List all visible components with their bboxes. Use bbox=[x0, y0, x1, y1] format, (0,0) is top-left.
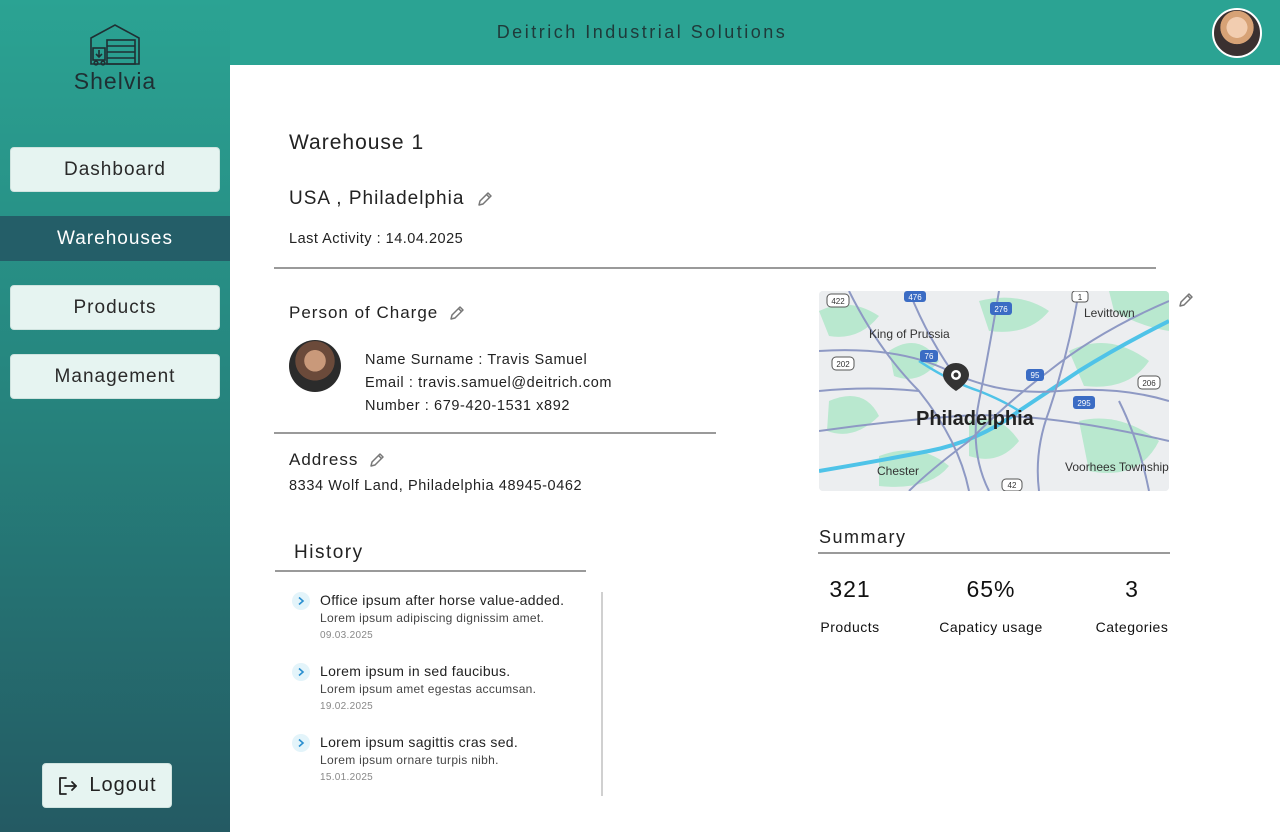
summary-title: Summary bbox=[819, 527, 907, 547]
person-number: Number : 679-420-1531 x892 bbox=[365, 398, 571, 414]
history-item[interactable]: Lorem ipsum in sed faucibus. Lorem ipsum… bbox=[292, 663, 602, 712]
header-divider bbox=[274, 267, 1156, 269]
summary-divider bbox=[818, 552, 1170, 554]
person-section-title: Person of Charge bbox=[289, 303, 439, 322]
map-shield-label: 476 bbox=[908, 293, 922, 302]
page-title: Warehouse 1 bbox=[289, 131, 425, 154]
map-shield-label: 42 bbox=[1008, 481, 1017, 490]
history-title: History bbox=[294, 542, 364, 563]
stat-value: 3 bbox=[1125, 576, 1139, 602]
history-item-title: Office ipsum after horse value-added. bbox=[320, 592, 565, 608]
sidebar-item-warehouses[interactable]: Warehouses bbox=[0, 216, 230, 261]
person-of-charge-label: Person of Charge bbox=[289, 303, 466, 323]
stat-value: 321 bbox=[829, 576, 871, 602]
location-text: USA , Philadelphia bbox=[289, 188, 465, 209]
sidebar-item-management[interactable]: Management bbox=[10, 354, 220, 399]
person-info: Name Surname : Travis Samuel Email : tra… bbox=[365, 349, 612, 418]
history-list: Office ipsum after horse value-added. Lo… bbox=[292, 592, 602, 805]
person-email: Email : travis.samuel@deitrich.com bbox=[365, 375, 613, 391]
stat-capacity-usage: 65% Capaticy usage bbox=[936, 576, 1046, 635]
user-avatar[interactable] bbox=[1212, 8, 1262, 58]
address-text: 8334 Wolf Land, Philadelphia 48945-0462 bbox=[289, 478, 583, 494]
history-item-date: 19.02.2025 bbox=[320, 701, 374, 712]
map-shield-label: 202 bbox=[836, 360, 850, 369]
map-place-label: Voorhees Township bbox=[1065, 460, 1169, 474]
history-item-title: Lorem ipsum sagittis cras sed. bbox=[320, 734, 519, 750]
map-shield-label: 276 bbox=[994, 305, 1008, 314]
map-shield-label: 1 bbox=[1078, 293, 1083, 302]
history-item-subtitle: Lorem ipsum adipiscing dignissim amet. bbox=[320, 611, 545, 625]
brand: Shelvia bbox=[0, 22, 230, 95]
map-city-label: Philadelphia bbox=[916, 408, 1035, 430]
warehouse-location: USA , Philadelphia bbox=[289, 188, 494, 210]
stat-value: 65% bbox=[966, 576, 1016, 602]
map-shield-label: 295 bbox=[1077, 399, 1091, 408]
company-name: Deitrich Industrial Solutions bbox=[496, 22, 788, 42]
history-item[interactable]: Lorem ipsum sagittis cras sed. Lorem ips… bbox=[292, 734, 602, 783]
history-divider bbox=[275, 570, 586, 572]
logout-button[interactable]: Logout bbox=[42, 763, 172, 808]
warehouse-icon bbox=[90, 24, 140, 66]
logout-label: Logout bbox=[89, 774, 157, 796]
history-item-date: 09.03.2025 bbox=[320, 630, 374, 641]
top-header: Deitrich Industrial Solutions bbox=[230, 0, 1280, 65]
person-divider bbox=[274, 432, 716, 434]
map-graphic: 422 476 276 1 202 76 95 206 295 42 King … bbox=[819, 291, 1169, 491]
address-section-title: Address bbox=[289, 450, 359, 469]
map-place-label: Chester bbox=[877, 464, 919, 478]
stat-label: Capaticy usage bbox=[939, 619, 1043, 635]
chevron-right-icon bbox=[292, 734, 310, 752]
main-content: Warehouse 1 USA , Philadelphia Last Acti… bbox=[230, 65, 1280, 832]
sidebar-item-products[interactable]: Products bbox=[10, 285, 220, 330]
edit-person-pencil-icon[interactable] bbox=[448, 304, 466, 322]
history-item-date: 15.01.2025 bbox=[320, 772, 374, 783]
history-item[interactable]: Office ipsum after horse value-added. Lo… bbox=[292, 592, 602, 641]
map-shield-label: 422 bbox=[831, 297, 845, 306]
edit-map-pencil-icon[interactable] bbox=[1177, 291, 1195, 309]
map-place-label: King of Prussia bbox=[869, 327, 950, 341]
last-activity: Last Activity : 14.04.2025 bbox=[289, 231, 464, 247]
edit-address-pencil-icon[interactable] bbox=[368, 451, 386, 469]
person-name: Name Surname : Travis Samuel bbox=[365, 352, 588, 368]
map-place-label: Levittown bbox=[1084, 306, 1135, 320]
history-item-title: Lorem ipsum in sed faucibus. bbox=[320, 663, 511, 679]
sidebar-item-dashboard[interactable]: Dashboard bbox=[10, 147, 220, 192]
stat-categories: 3 Categories bbox=[1092, 576, 1172, 635]
map-shield-label: 95 bbox=[1031, 371, 1040, 380]
chevron-right-icon bbox=[292, 592, 310, 610]
history-item-subtitle: Lorem ipsum ornare turpis nibh. bbox=[320, 753, 499, 767]
stat-label: Products bbox=[820, 619, 880, 635]
history-item-subtitle: Lorem ipsum amet egestas accumsan. bbox=[320, 682, 537, 696]
location-map[interactable]: 422 476 276 1 202 76 95 206 295 42 King … bbox=[819, 291, 1169, 491]
person-avatar bbox=[289, 340, 341, 392]
map-shield-label: 76 bbox=[925, 352, 934, 361]
edit-location-pencil-icon[interactable] bbox=[476, 190, 494, 208]
sidebar: Shelvia Dashboard Warehouses Products Ma… bbox=[0, 0, 230, 832]
stat-label: Categories bbox=[1095, 619, 1169, 635]
history-scrollbar[interactable] bbox=[601, 592, 603, 796]
stat-products: 321 Products bbox=[819, 576, 881, 635]
chevron-right-icon bbox=[292, 663, 310, 681]
brand-name: Shelvia bbox=[73, 68, 157, 94]
address-label: Address bbox=[289, 450, 386, 470]
map-shield-label: 206 bbox=[1142, 379, 1156, 388]
logout-icon bbox=[59, 776, 78, 795]
